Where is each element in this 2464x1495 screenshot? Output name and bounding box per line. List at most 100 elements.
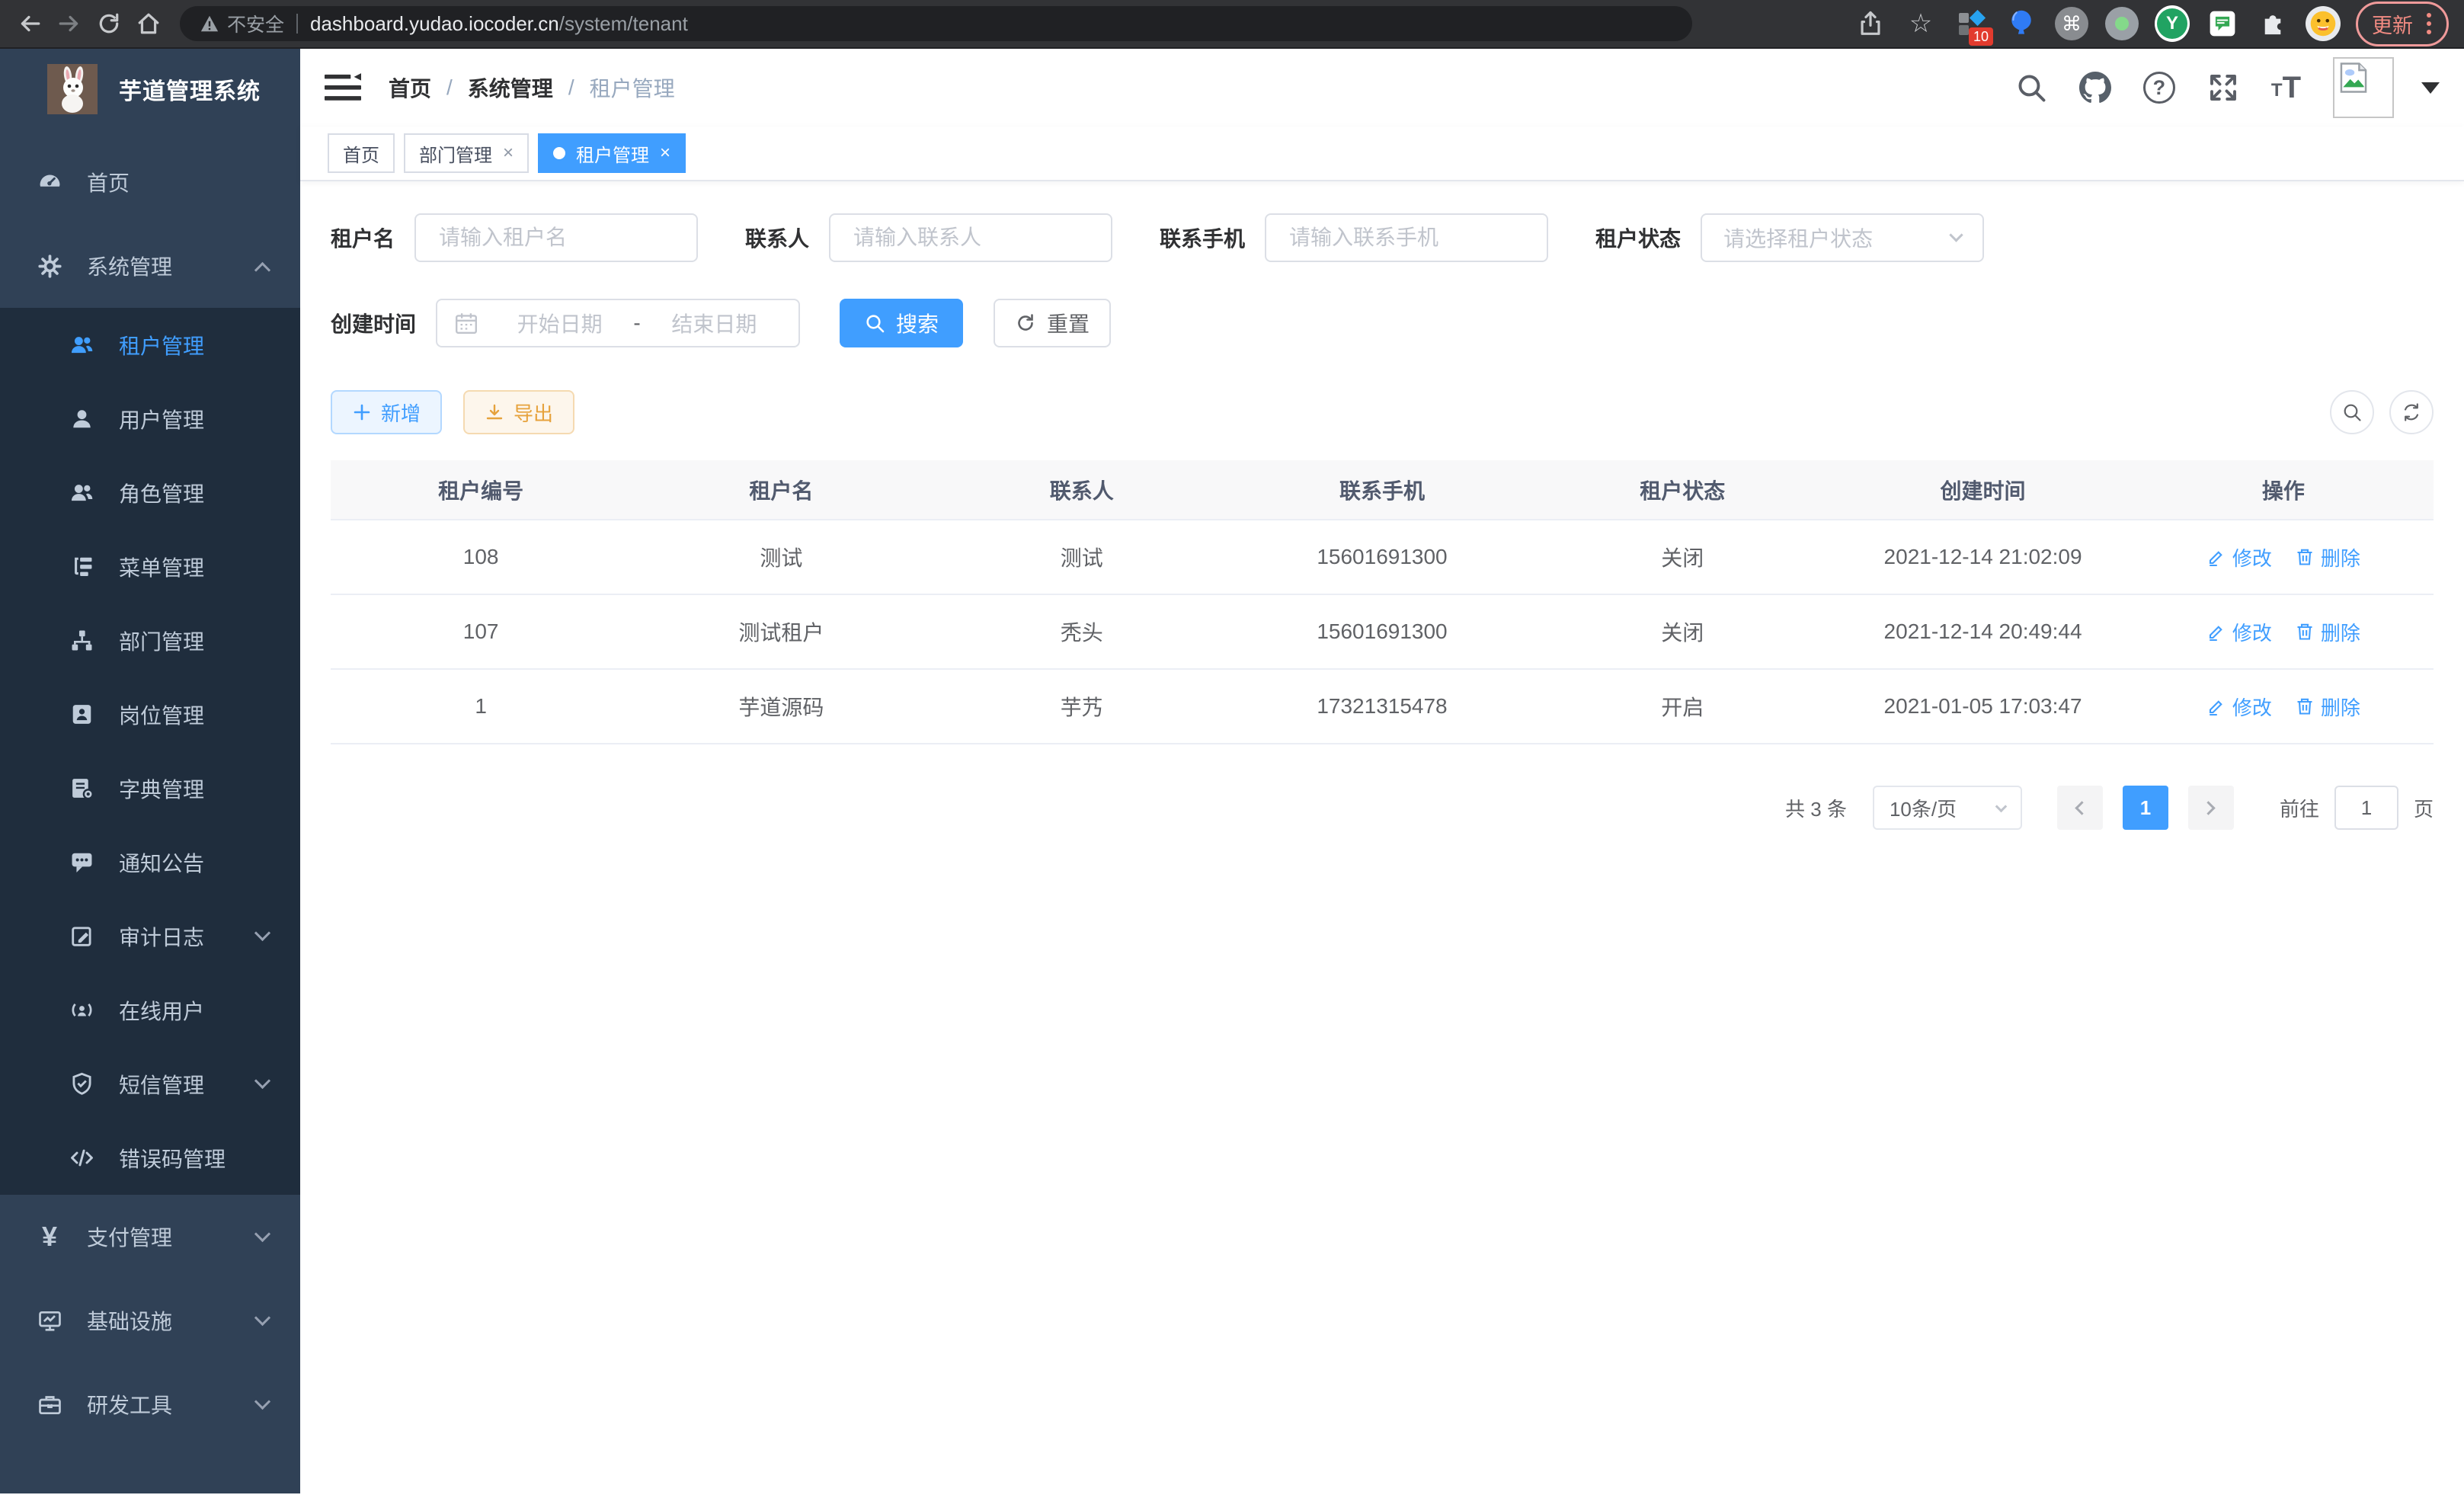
- extension-record-icon[interactable]: [2104, 6, 2139, 41]
- sidebar-item-home[interactable]: 首页: [0, 140, 300, 224]
- tab-home[interactable]: 首页: [328, 133, 395, 173]
- breadcrumb-system[interactable]: 系统管理: [468, 72, 553, 103]
- sidebar-item-online-users[interactable]: 在线用户: [0, 973, 300, 1047]
- show-search-toggle-button[interactable]: [2330, 390, 2374, 434]
- sidebar-item-label: 部门管理: [119, 626, 204, 656]
- extension-y-icon[interactable]: Y: [2155, 6, 2190, 41]
- edit-link[interactable]: 修改: [2206, 543, 2272, 571]
- sidebar-item-tenant[interactable]: 租户管理: [0, 308, 300, 382]
- breadcrumb-home[interactable]: 首页: [389, 72, 431, 103]
- export-button-label: 导出: [514, 399, 553, 427]
- extension-tabs-icon[interactable]: 10: [1954, 6, 1989, 41]
- search-button[interactable]: 搜索: [840, 299, 963, 347]
- sidebar-item-notice[interactable]: 通知公告: [0, 825, 300, 899]
- goto-page-input[interactable]: [2334, 786, 2398, 830]
- sidebar-item-dev-tools[interactable]: 研发工具: [0, 1362, 300, 1446]
- sidebar-item-sms[interactable]: 短信管理: [0, 1047, 300, 1121]
- tab-label: 部门管理: [419, 140, 492, 167]
- close-icon[interactable]: ×: [503, 144, 514, 162]
- help-icon[interactable]: ?: [2143, 72, 2175, 104]
- tenant-name-label: 租户名: [331, 222, 395, 253]
- url-host[interactable]: dashboard.yudao.iocoder.cn: [310, 12, 559, 36]
- sidebar-item-user[interactable]: 用户管理: [0, 382, 300, 456]
- contact-input[interactable]: [829, 213, 1112, 262]
- sidebar-item-label: 研发工具: [87, 1389, 172, 1420]
- cell-created: 2021-12-14 21:02:09: [1832, 520, 2133, 594]
- status-select[interactable]: 请选择租户状态: [1701, 213, 1984, 262]
- url-path[interactable]: /system/tenant: [559, 12, 688, 36]
- export-button[interactable]: 导出: [463, 390, 574, 434]
- browser-home-icon[interactable]: [131, 6, 166, 41]
- delete-link[interactable]: 删除: [2295, 543, 2360, 571]
- end-date-placeholder[interactable]: 结束日期: [647, 308, 782, 338]
- page-size-select[interactable]: 10条/页: [1873, 786, 2022, 830]
- table-settings: [2330, 390, 2434, 434]
- chevron-right-icon: [2202, 801, 2216, 815]
- tab-label: 首页: [343, 140, 379, 167]
- add-button[interactable]: 新增: [331, 390, 442, 434]
- browser-toolbar: 不安全 dashboard.yudao.iocoder.cn/system/te…: [0, 0, 2464, 49]
- share-icon[interactable]: [1853, 6, 1888, 41]
- mobile-input[interactable]: [1265, 213, 1548, 262]
- browser-back-icon[interactable]: [12, 6, 47, 41]
- sidebar-item-dict[interactable]: 字典管理: [0, 751, 300, 825]
- sidebar-item-dept[interactable]: 部门管理: [0, 603, 300, 677]
- close-icon[interactable]: ×: [660, 144, 670, 162]
- user-icon: [67, 406, 96, 431]
- logo-row[interactable]: 芋道管理系统: [0, 49, 300, 130]
- sidebar-item-system[interactable]: 系统管理: [0, 224, 300, 308]
- edit-pencil-icon: [2206, 547, 2226, 567]
- fullscreen-icon[interactable]: [2207, 72, 2239, 104]
- tab-tenant[interactable]: 租户管理 ×: [538, 133, 686, 173]
- reset-button[interactable]: 重置: [994, 299, 1111, 347]
- bookmark-star-icon[interactable]: ☆: [1903, 6, 1938, 41]
- start-date-placeholder[interactable]: 开始日期: [492, 308, 627, 338]
- table-header-row: 租户编号 租户名 联系人 联系手机 租户状态 创建时间 操作: [331, 460, 2434, 520]
- sidebar-menu: 首页 系统管理 租户管理: [0, 140, 300, 1446]
- security-label[interactable]: 不安全: [227, 10, 284, 37]
- security-warning-icon[interactable]: [200, 14, 227, 34]
- refresh-table-button[interactable]: [2389, 390, 2434, 434]
- extension-chat-icon[interactable]: [2205, 6, 2240, 41]
- yen-icon: ¥: [35, 1223, 64, 1250]
- delete-link[interactable]: 删除: [2295, 618, 2360, 646]
- address-bar[interactable]: 不安全 dashboard.yudao.iocoder.cn/system/te…: [180, 6, 1692, 41]
- next-page-button[interactable]: [2188, 786, 2234, 830]
- header-search-icon[interactable]: [2015, 72, 2047, 104]
- font-size-icon[interactable]: TT: [2271, 74, 2301, 101]
- edit-link[interactable]: 修改: [2206, 693, 2272, 721]
- extension-command-icon[interactable]: ⌘: [2054, 6, 2089, 41]
- browser-forward-icon[interactable]: [52, 6, 87, 41]
- cell-id: 108: [331, 520, 631, 594]
- sidebar-item-error-code[interactable]: 错误码管理: [0, 1121, 300, 1195]
- extensions-puzzle-icon[interactable]: [2255, 6, 2290, 41]
- date-range-picker[interactable]: 开始日期 - 结束日期: [436, 299, 800, 347]
- code-icon: [67, 1145, 96, 1170]
- delete-link[interactable]: 删除: [2295, 693, 2360, 721]
- extension-balloon-icon[interactable]: [2004, 6, 2039, 41]
- tenant-name-input[interactable]: [414, 213, 698, 262]
- cell-created: 2021-01-05 17:03:47: [1832, 669, 2133, 744]
- sidebar-collapse-icon[interactable]: [325, 72, 361, 103]
- sidebar-item-menu-mgmt[interactable]: 菜单管理: [0, 530, 300, 603]
- sidebar-item-audit-log[interactable]: 审计日志: [0, 899, 300, 973]
- sidebar-item-label: 系统管理: [87, 251, 172, 281]
- prev-page-button[interactable]: [2057, 786, 2103, 830]
- github-icon[interactable]: [2079, 72, 2111, 104]
- user-avatar[interactable]: [2333, 57, 2394, 118]
- avatar-dropdown-caret-icon[interactable]: [2421, 82, 2440, 94]
- profile-avatar-icon[interactable]: [2306, 6, 2341, 41]
- sidebar-item-payment[interactable]: ¥ 支付管理: [0, 1195, 300, 1279]
- sidebar-item-infra[interactable]: 基础设施: [0, 1279, 300, 1362]
- sidebar-item-role[interactable]: 角色管理: [0, 456, 300, 530]
- cell-name: 测试: [631, 520, 931, 594]
- sidebar-item-label: 审计日志: [119, 921, 204, 952]
- browser-reload-icon[interactable]: [91, 6, 126, 41]
- sidebar-item-label: 角色管理: [119, 478, 204, 508]
- tab-dept[interactable]: 部门管理 ×: [404, 133, 529, 173]
- current-page-button[interactable]: 1: [2123, 786, 2168, 830]
- edit-link[interactable]: 修改: [2206, 618, 2272, 646]
- tree-list-icon: [67, 554, 96, 579]
- sidebar-item-post[interactable]: 岗位管理: [0, 677, 300, 751]
- browser-update-button[interactable]: 更新: [2356, 2, 2449, 46]
